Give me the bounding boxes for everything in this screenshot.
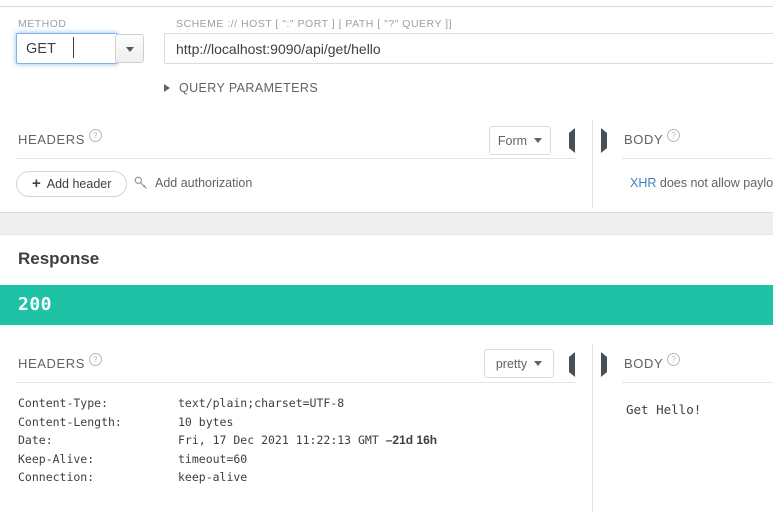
- http-client-app: METHOD SCHEME :// HOST [ ":" PORT ] [ PA…: [0, 0, 773, 512]
- response-body-expand-button[interactable]: [601, 352, 617, 377]
- response-header-key: Keep-Alive:: [18, 451, 95, 466]
- triangle-right-icon: [601, 128, 607, 153]
- request-headers-view-label: Form: [497, 133, 528, 148]
- request-headers-view-select[interactable]: Form: [489, 126, 551, 155]
- top-divider: [0, 6, 773, 7]
- response-header-row: Content-Length: 10 bytes: [16, 415, 576, 434]
- add-authorization-button[interactable]: Add authorization: [134, 176, 252, 190]
- response-headers-title-text: HEADERS: [18, 356, 86, 371]
- request-body-expand-button[interactable]: [601, 128, 617, 153]
- add-header-button[interactable]: + Add header: [16, 171, 128, 197]
- response-header-value: timeout=60: [178, 451, 248, 466]
- request-headers-collapse-button[interactable]: [569, 128, 585, 153]
- response-body-title: BODY?: [624, 353, 681, 371]
- response-headers-title: HEADERS?: [18, 353, 103, 371]
- query-parameters-label: QUERY PARAMETERS: [179, 81, 319, 95]
- response-header-value: keep-alive: [178, 470, 248, 484]
- chevron-down-icon: [125, 46, 134, 52]
- response-header-row: Connection: keep-alive: [16, 470, 576, 489]
- triangle-right-icon: [601, 352, 607, 377]
- request-panel-divider: [592, 120, 593, 208]
- question-circle-icon[interactable]: ?: [89, 353, 103, 366]
- url-field-label: SCHEME :// HOST [ ":" PORT ] [ PATH [ "?…: [176, 18, 453, 30]
- response-header-key: Content-Type:: [18, 396, 109, 410]
- section-separator-band: [0, 212, 773, 235]
- response-body-content: Get Hello!: [626, 402, 702, 417]
- response-headers-view-select[interactable]: pretty: [484, 349, 554, 378]
- question-circle-icon[interactable]: ?: [667, 129, 681, 142]
- triangle-left-icon: [569, 352, 575, 377]
- response-title: Response: [18, 249, 100, 268]
- xhr-link[interactable]: XHR: [630, 176, 656, 190]
- request-headers-divider: [16, 158, 576, 159]
- response-header-row: Content-Type: text/plain;charset=UTF-8: [16, 396, 576, 415]
- question-circle-icon[interactable]: ?: [667, 353, 681, 366]
- response-header-key: Connection:: [18, 470, 95, 484]
- response-body-title-text: BODY: [624, 356, 664, 371]
- response-headers-view-label: pretty: [495, 356, 528, 371]
- query-parameters-toggle[interactable]: QUERY PARAMETERS: [164, 81, 318, 95]
- add-authorization-label: Add authorization: [155, 176, 253, 190]
- response-header-row: Keep-Alive: timeout=60: [16, 452, 576, 471]
- method-dropdown-button[interactable]: [115, 34, 144, 63]
- question-circle-icon[interactable]: ?: [89, 129, 103, 142]
- plus-icon: +: [32, 175, 41, 192]
- url-input[interactable]: [164, 33, 773, 64]
- text-cursor: [73, 37, 74, 58]
- response-header-key: Content-Length:: [18, 414, 122, 429]
- method-input[interactable]: [16, 33, 118, 64]
- response-headers-table: Content-Type: text/plain;charset=UTF-8 Con…: [16, 396, 576, 489]
- response-headers-collapse-button[interactable]: [569, 352, 585, 377]
- response-panel-divider: [592, 344, 593, 512]
- triangle-left-icon: [569, 128, 575, 153]
- response-body-divider: [622, 382, 773, 383]
- chevron-down-icon: [534, 361, 543, 366]
- response-header-value: text/plain;charset=UTF-8: [178, 396, 345, 410]
- request-body-title-text: BODY: [624, 132, 664, 147]
- response-header-age: –21d 16h: [385, 433, 438, 447]
- request-headers-title-text: HEADERS: [18, 132, 86, 147]
- response-status-bar: [0, 285, 773, 325]
- request-headers-title: HEADERS?: [18, 129, 103, 147]
- response-header-row: Date: Fri, 17 Dec 2021 11:22:13 GMT –21d …: [16, 433, 576, 452]
- xhr-note-text: does not allow payloa: [656, 176, 773, 190]
- response-status-code: 200: [18, 294, 53, 315]
- request-body-title: BODY?: [624, 129, 681, 147]
- request-body-divider: [622, 158, 773, 159]
- response-header-value: 10 bytes: [178, 414, 234, 429]
- response-header-value: Fri, 17 Dec 2021 11:22:13 GMT –21d 16h: [178, 433, 438, 447]
- key-icon: [134, 176, 147, 189]
- xhr-payload-note: XHR does not allow payloa: [630, 176, 773, 190]
- chevron-down-icon: [534, 138, 543, 143]
- triangle-right-icon: [164, 84, 170, 92]
- method-field-label: METHOD: [18, 18, 67, 30]
- response-headers-divider: [16, 382, 576, 383]
- response-header-key: Date:: [18, 433, 53, 447]
- add-header-label: Add header: [46, 177, 112, 191]
